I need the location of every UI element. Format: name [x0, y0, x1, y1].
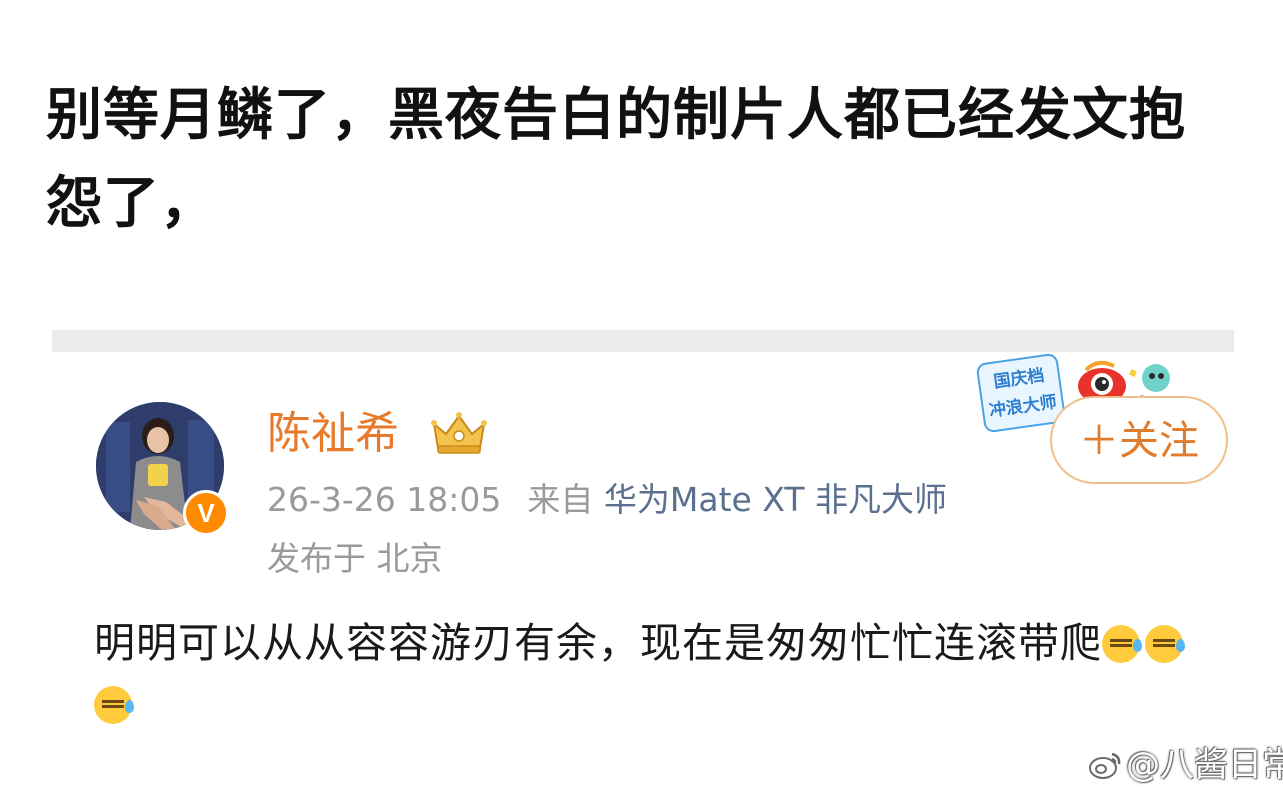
post-location: 发布于 北京 — [267, 539, 443, 578]
verified-badge-icon: V — [183, 490, 229, 536]
vip-crown-icon — [431, 412, 487, 454]
post-device[interactable]: 华为Mate XT 非凡大师 — [604, 480, 947, 519]
post-content: 明明可以从从容容游刃有余，现在是匆匆忙忙连滚带爬 — [94, 613, 1214, 725]
sweat-emoji-icon — [1102, 625, 1142, 663]
post-username[interactable]: 陈祉希 — [267, 406, 399, 462]
post-source-prefix: 来自 — [527, 480, 594, 519]
headline-text: 别等月鳞了，黑夜告白的制片人都已经发文抱怨了， — [46, 83, 1186, 236]
card-divider-bar — [52, 330, 1234, 352]
weibo-logo-icon — [1089, 752, 1121, 779]
post-text: 明明可以从从容容游刃有余，现在是匆匆忙忙连滚带爬 — [94, 619, 1102, 667]
sweat-emoji-icon — [1145, 625, 1185, 663]
watermark-text: @八酱日常 — [1126, 745, 1283, 785]
follow-button[interactable]: ＋关注 — [1050, 396, 1228, 484]
post-meta: 26-3-26 18:05 来自 华为Mate XT 非凡大师 — [267, 478, 947, 522]
sweat-emoji-icon — [94, 686, 134, 724]
post-time: 26-3-26 18:05 — [267, 480, 502, 519]
watermark: @八酱日常 — [1088, 745, 1283, 785]
screenshot-page: 别等月鳞了，黑夜告白的制片人都已经发文抱怨了， V 陈祉希 26-3-26 18… — [0, 0, 1283, 795]
